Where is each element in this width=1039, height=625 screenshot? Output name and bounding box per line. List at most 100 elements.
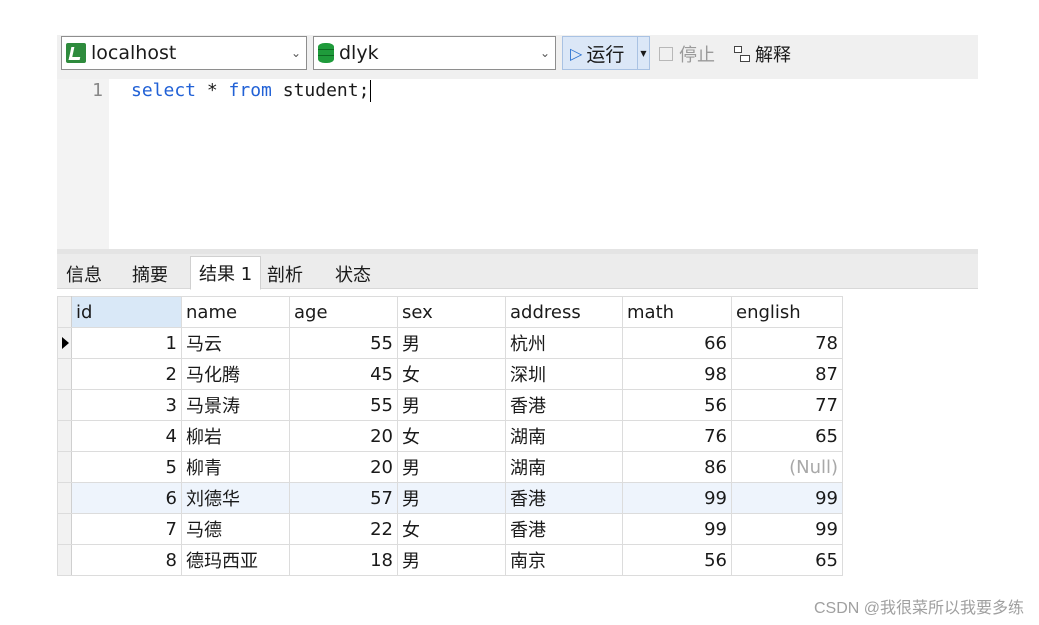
cell-sex[interactable]: 男 [397,389,506,421]
row-indicator[interactable] [57,451,72,483]
column-header-math[interactable]: math [622,296,732,328]
cell-english[interactable]: 78 [731,327,843,359]
cell-age[interactable]: 22 [289,513,398,545]
sql-code[interactable]: select * from student; [131,80,372,102]
table-row[interactable]: 1 马云 55 男 杭州 66 78 [57,327,843,359]
cell-sex[interactable]: 男 [397,544,506,576]
cell-age[interactable]: 20 [289,451,398,483]
cell-name[interactable]: 柳岩 [181,420,290,452]
header-row: id name age sex address math english [57,296,843,328]
sql-editor[interactable]: 1 select * from student; [57,79,978,249]
cell-math[interactable]: 56 [622,544,732,576]
cell-sex[interactable]: 男 [397,327,506,359]
cell-address[interactable]: 湖南 [505,420,623,452]
row-indicator[interactable] [57,420,72,452]
row-indicator[interactable] [57,389,72,421]
cell-name[interactable]: 马德 [181,513,290,545]
cell-english[interactable]: 65 [731,420,843,452]
chevron-down-icon: ⌄ [539,46,551,60]
table-row[interactable]: 4 柳岩 20 女 湖南 76 65 [57,420,843,452]
cell-id[interactable]: 6 [71,482,182,514]
cell-sex[interactable]: 男 [397,482,506,514]
tab-status[interactable]: 状态 [327,258,379,289]
cell-name[interactable]: 刘德华 [181,482,290,514]
cell-id[interactable]: 2 [71,358,182,390]
cell-sex[interactable]: 女 [397,420,506,452]
run-button[interactable]: ▷ 运行 ▼ [562,36,650,70]
cell-english[interactable]: 99 [731,513,843,545]
cell-id[interactable]: 1 [71,327,182,359]
cell-address[interactable]: 南京 [505,544,623,576]
cell-english-null[interactable]: (Null) [731,451,843,483]
row-indicator[interactable] [57,482,72,514]
watermark-text: CSDN @我很菜所以我要多练 [813,600,1024,617]
stop-button[interactable]: 停止 [659,41,715,67]
cell-address[interactable]: 香港 [505,513,623,545]
column-header-english[interactable]: english [731,296,843,328]
tab-result-1[interactable]: 结果 1 [190,256,262,290]
cell-name[interactable]: 马云 [181,327,290,359]
cell-english[interactable]: 65 [731,544,843,576]
cell-english[interactable]: 87 [731,358,843,390]
cell-id[interactable]: 8 [71,544,182,576]
cell-address[interactable]: 香港 [505,389,623,421]
row-indicator[interactable] [57,358,72,390]
cell-age[interactable]: 55 [289,327,398,359]
cell-math[interactable]: 99 [622,513,732,545]
corner-cell[interactable] [57,296,72,328]
cell-math[interactable]: 86 [622,451,732,483]
cell-id[interactable]: 3 [71,389,182,421]
row-indicator[interactable] [57,544,72,576]
cell-age[interactable]: 55 [289,389,398,421]
cell-math[interactable]: 66 [622,327,732,359]
chevron-down-icon: ⌄ [290,46,302,60]
cell-age[interactable]: 45 [289,358,398,390]
table-row[interactable]: 7 马德 22 女 香港 99 99 [57,513,843,545]
keyword-select: select [131,80,197,101]
cell-math[interactable]: 76 [622,420,732,452]
cell-name[interactable]: 马化腾 [181,358,290,390]
cell-id[interactable]: 7 [71,513,182,545]
cell-address[interactable]: 杭州 [505,327,623,359]
cell-age[interactable]: 57 [289,482,398,514]
column-header-age[interactable]: age [289,296,398,328]
explain-button[interactable]: 解释 [733,41,791,67]
cell-address[interactable]: 湖南 [505,451,623,483]
cell-address[interactable]: 深圳 [505,358,623,390]
table-row[interactable]: 8 德玛西亚 18 男 南京 56 65 [57,544,843,576]
column-header-name[interactable]: name [181,296,290,328]
cell-name[interactable]: 马景涛 [181,389,290,421]
table-row-selected[interactable]: 6 刘德华 57 男 香港 99 99 [57,482,843,514]
cell-name[interactable]: 柳青 [181,451,290,483]
cell-id[interactable]: 4 [71,420,182,452]
cell-address[interactable]: 香港 [505,482,623,514]
cell-english[interactable]: 99 [731,482,843,514]
tab-profile[interactable]: 剖析 [259,258,311,289]
row-indicator-current[interactable] [57,327,72,359]
cell-sex[interactable]: 女 [397,358,506,390]
cell-math[interactable]: 56 [622,389,732,421]
database-icon [318,43,334,63]
table-row[interactable]: 5 柳青 20 男 湖南 86 (Null) [57,451,843,483]
run-dropdown-button[interactable]: ▼ [637,37,649,69]
cell-math[interactable]: 98 [622,358,732,390]
cell-math[interactable]: 99 [622,482,732,514]
column-header-id[interactable]: id [71,296,182,328]
column-header-sex[interactable]: sex [397,296,506,328]
cell-english[interactable]: 77 [731,389,843,421]
database-select[interactable]: dlyk ⌄ [313,36,556,70]
cell-age[interactable]: 18 [289,544,398,576]
cell-sex[interactable]: 男 [397,451,506,483]
stop-icon [659,47,673,61]
tab-info[interactable]: 信息 [58,258,110,289]
row-indicator[interactable] [57,513,72,545]
table-row[interactable]: 3 马景涛 55 男 香港 56 77 [57,389,843,421]
cell-id[interactable]: 5 [71,451,182,483]
cell-name[interactable]: 德玛西亚 [181,544,290,576]
tab-summary[interactable]: 摘要 [124,258,176,289]
column-header-address[interactable]: address [505,296,623,328]
connection-select[interactable]: localhost ⌄ [61,36,307,70]
table-row[interactable]: 2 马化腾 45 女 深圳 98 87 [57,358,843,390]
cell-sex[interactable]: 女 [397,513,506,545]
cell-age[interactable]: 20 [289,420,398,452]
